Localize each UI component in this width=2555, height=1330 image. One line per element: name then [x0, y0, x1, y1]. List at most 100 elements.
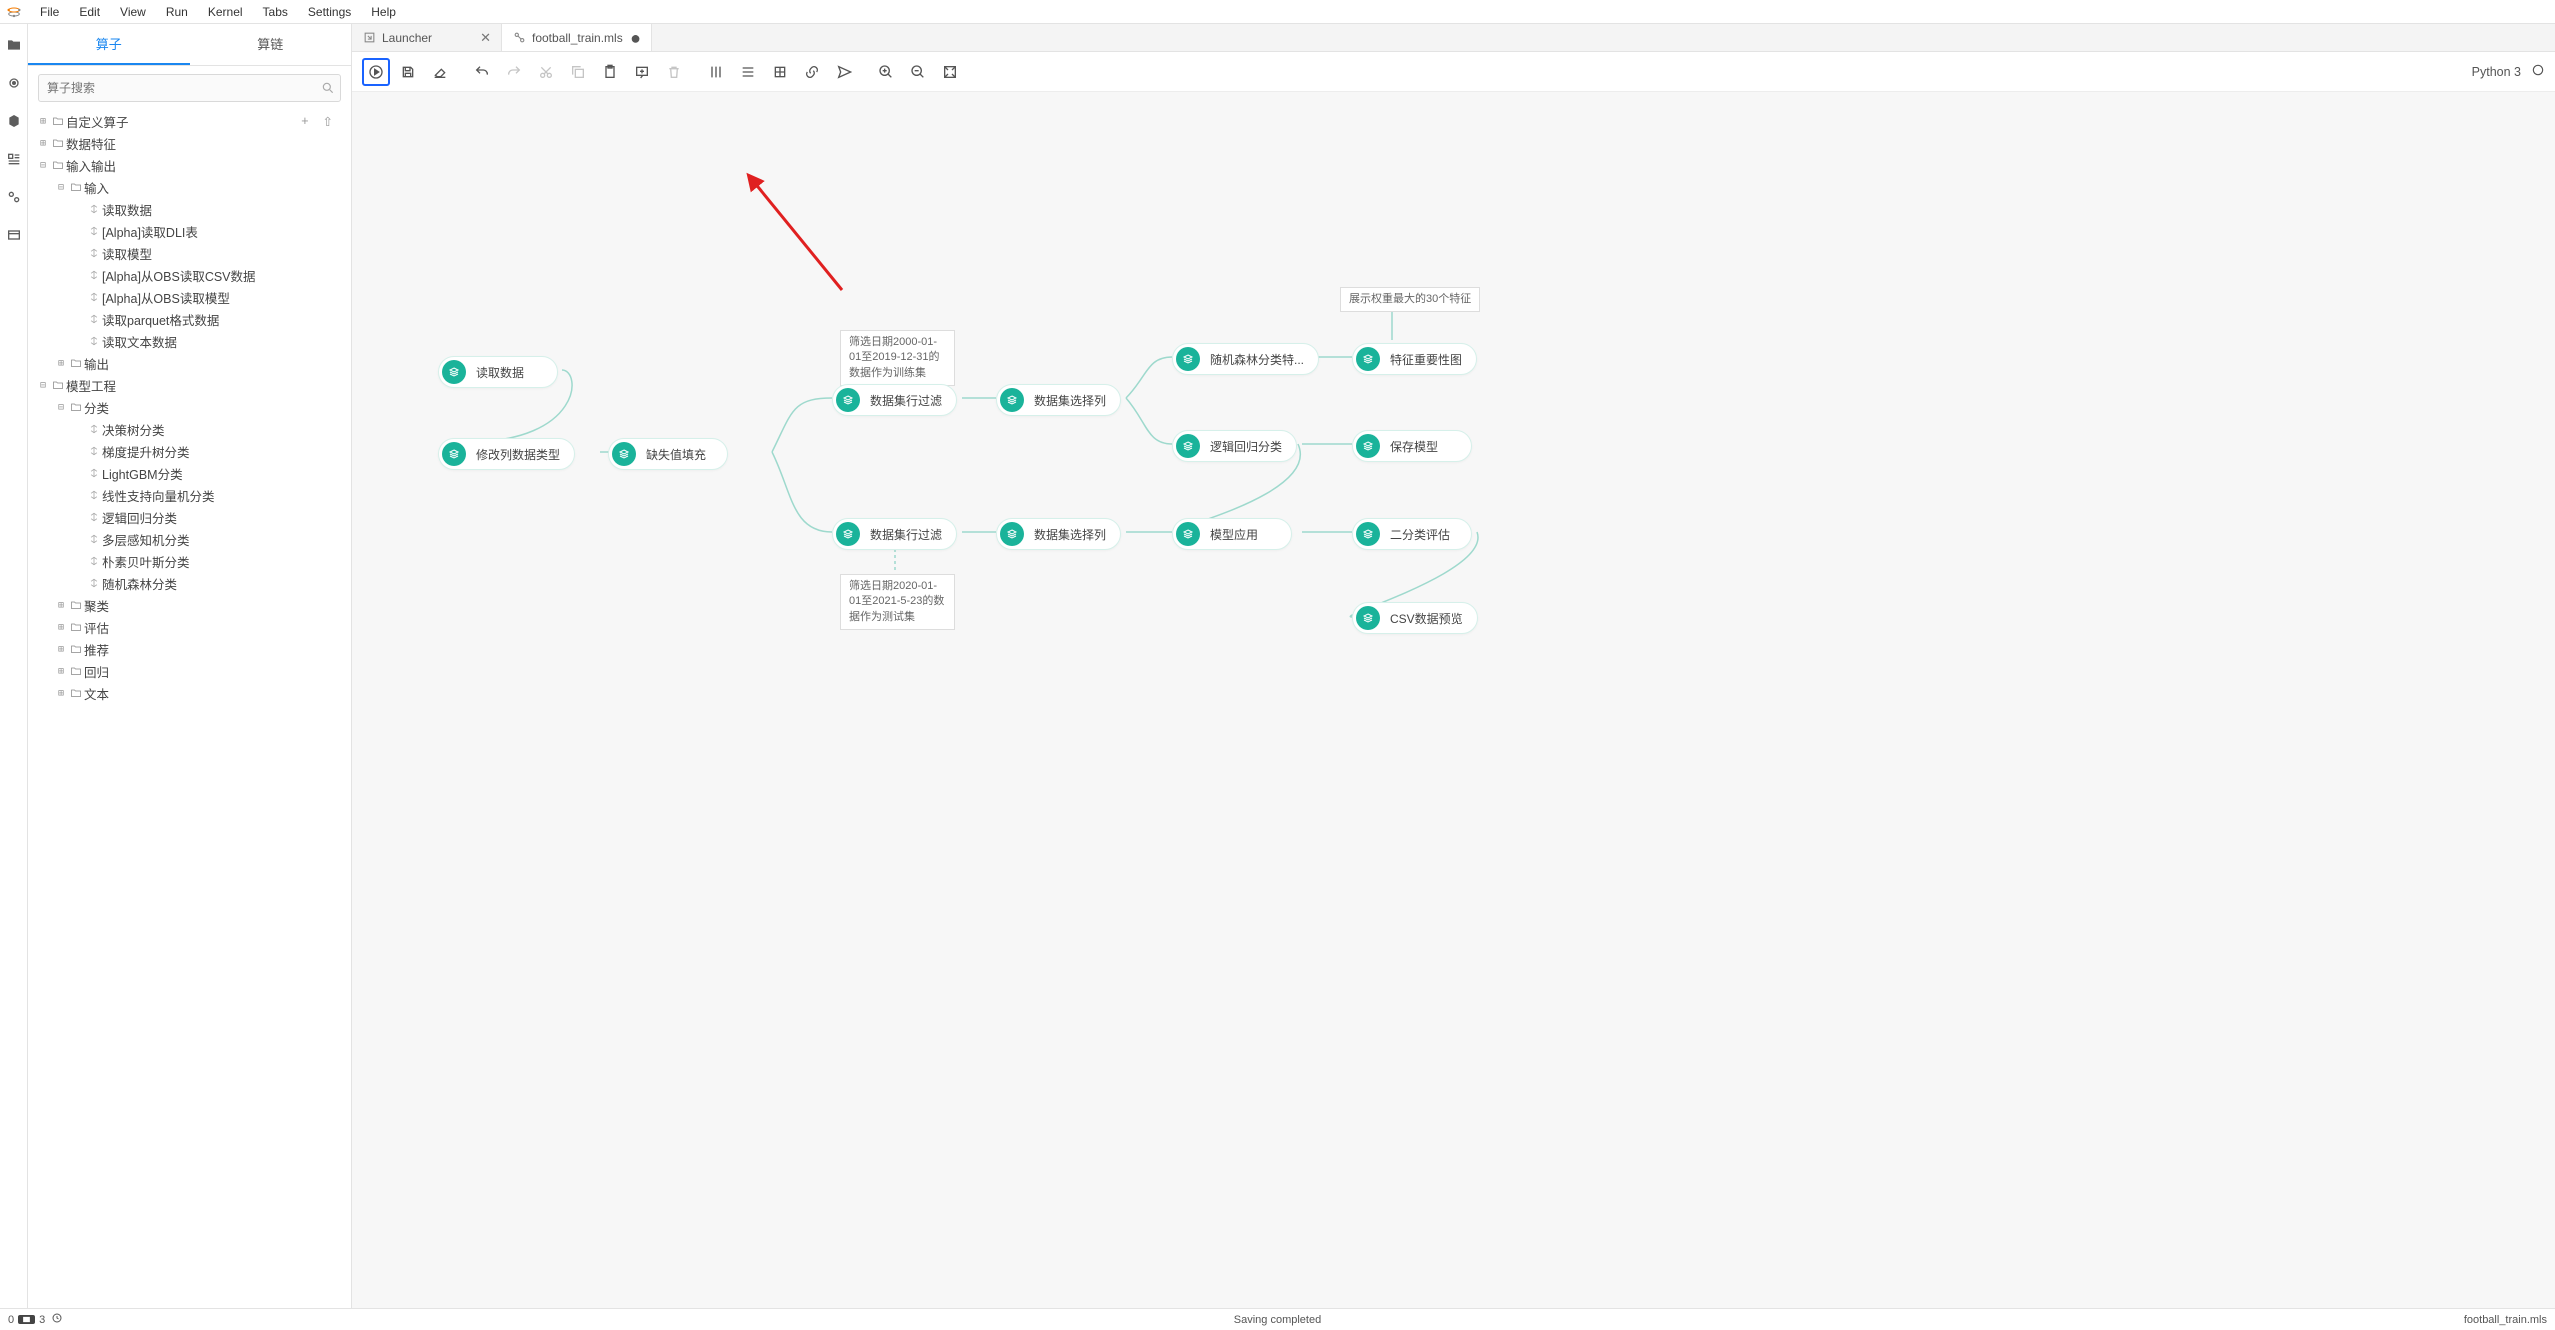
expand-icon[interactable]: ⊞	[54, 600, 68, 611]
tree-item[interactable]: 线性支持向量机分类	[32, 484, 347, 506]
save-button[interactable]	[394, 58, 422, 86]
node-row-filter-test[interactable]: 数据集行过滤	[832, 518, 957, 550]
tree-item[interactable]: 随机森林分类	[32, 572, 347, 594]
tree-item[interactable]: 决策树分类	[32, 418, 347, 440]
tree-item[interactable]: ⊞推荐	[32, 638, 347, 660]
add-operator-icon[interactable]: +	[301, 114, 308, 129]
send-button[interactable]	[830, 58, 858, 86]
tree-item[interactable]: [Alpha]读取DLI表	[32, 220, 347, 242]
expand-icon[interactable]: ⊞	[54, 666, 68, 677]
tree-item[interactable]: ⊟输入输出	[32, 154, 347, 176]
rail-settings-icon[interactable]	[5, 188, 23, 206]
tree-item[interactable]: ⊞自定义算子+⇧	[32, 110, 347, 132]
menu-settings[interactable]: Settings	[298, 1, 361, 23]
node-csv-preview[interactable]: CSV数据预览	[1352, 602, 1478, 634]
rail-target-icon[interactable]	[5, 74, 23, 92]
node-fillna[interactable]: 缺失值填充	[608, 438, 728, 470]
tree-item[interactable]: ⊞数据特征	[32, 132, 347, 154]
rail-hex-icon[interactable]	[5, 112, 23, 130]
tree-item[interactable]: 读取parquet格式数据	[32, 308, 347, 330]
expand-icon[interactable]: ⊞	[54, 622, 68, 633]
tree-item[interactable]: [Alpha]从OBS读取CSV数据	[32, 264, 347, 286]
node-logistic-reg[interactable]: 逻辑回归分类	[1172, 430, 1297, 462]
zoom-in-button[interactable]	[872, 58, 900, 86]
expand-icon[interactable]: ⊞	[54, 688, 68, 699]
menu-run[interactable]: Run	[156, 1, 198, 23]
align-v-button[interactable]	[734, 58, 762, 86]
tab-launcher[interactable]: Launcher ✕	[352, 24, 502, 51]
tree-item[interactable]: 读取文本数据	[32, 330, 347, 352]
tree-item[interactable]: ⊞文本	[32, 682, 347, 704]
tree-item[interactable]: 多层感知机分类	[32, 528, 347, 550]
menu-file[interactable]: File	[30, 1, 69, 23]
menu-edit[interactable]: Edit	[69, 1, 110, 23]
delete-button[interactable]	[660, 58, 688, 86]
status-terminals[interactable]	[18, 1315, 35, 1324]
expand-icon[interactable]: ⊞	[54, 358, 68, 369]
comment-topk[interactable]: 展示权重最大的30个特征	[1340, 287, 1480, 312]
node-random-forest[interactable]: 随机森林分类特...	[1172, 343, 1319, 375]
link-button[interactable]	[798, 58, 826, 86]
node-read-data[interactable]: 读取数据	[438, 356, 558, 388]
align-h-button[interactable]	[702, 58, 730, 86]
menu-view[interactable]: View	[110, 1, 156, 23]
tree-item[interactable]: 读取模型	[32, 242, 347, 264]
tree-item[interactable]: 读取数据	[32, 198, 347, 220]
add-comment-button[interactable]	[628, 58, 656, 86]
panel-tab-operators[interactable]: 算子	[28, 24, 190, 65]
tree-item[interactable]: ⊞聚类	[32, 594, 347, 616]
tree-item[interactable]: ⊟输入	[32, 176, 347, 198]
menu-tabs[interactable]: Tabs	[253, 1, 298, 23]
node-feature-importance[interactable]: 特征重要性图	[1352, 343, 1477, 375]
collapse-icon[interactable]: ⊟	[54, 182, 68, 193]
tree-item[interactable]: ⊟模型工程	[32, 374, 347, 396]
copy-button[interactable]	[564, 58, 592, 86]
erase-button[interactable]	[426, 58, 454, 86]
tree-item[interactable]: 梯度提升树分类	[32, 440, 347, 462]
paste-button[interactable]	[596, 58, 624, 86]
expand-icon[interactable]: ⊞	[36, 116, 50, 127]
cut-button[interactable]	[532, 58, 560, 86]
menu-kernel[interactable]: Kernel	[198, 1, 253, 23]
tree-item[interactable]: LightGBM分类	[32, 462, 347, 484]
comment-train-filter[interactable]: 筛选日期2000-01-01至2019-12-31的数据作为训练集	[840, 330, 955, 386]
tree-item[interactable]: [Alpha]从OBS读取模型	[32, 286, 347, 308]
expand-icon[interactable]: ⊞	[36, 138, 50, 149]
node-change-dtype[interactable]: 修改列数据类型	[438, 438, 575, 470]
collapse-icon[interactable]: ⊟	[36, 160, 50, 171]
operator-search-input[interactable]	[39, 81, 316, 95]
expand-icon[interactable]: ⊞	[54, 644, 68, 655]
node-col-select-train[interactable]: 数据集选择列	[996, 384, 1121, 416]
node-row-filter-train[interactable]: 数据集行过滤	[832, 384, 957, 416]
node-model-apply[interactable]: 模型应用	[1172, 518, 1292, 550]
tree-item[interactable]: ⊟分类	[32, 396, 347, 418]
close-launcher-icon[interactable]: ✕	[480, 30, 491, 46]
tab-file[interactable]: football_train.mls ●	[502, 24, 652, 51]
collapse-icon[interactable]: ⊟	[36, 380, 50, 391]
rail-folder-icon[interactable]	[5, 36, 23, 54]
status-kernel-icon[interactable]	[51, 1312, 63, 1327]
menu-help[interactable]: Help	[361, 1, 406, 23]
tree-item[interactable]: 逻辑回归分类	[32, 506, 347, 528]
comment-test-filter[interactable]: 筛选日期2020-01-01至2021-5-23的数据作为测试集	[840, 574, 955, 630]
node-col-select-test[interactable]: 数据集选择列	[996, 518, 1121, 550]
tree-item[interactable]: ⊞评估	[32, 616, 347, 638]
upload-operator-icon[interactable]: ⇧	[323, 114, 333, 129]
collapse-icon[interactable]: ⊟	[54, 402, 68, 413]
redo-button[interactable]	[500, 58, 528, 86]
undo-button[interactable]	[468, 58, 496, 86]
kernel-name[interactable]: Python 3	[2472, 65, 2521, 79]
tree-item[interactable]: 朴素贝叶斯分类	[32, 550, 347, 572]
workflow-canvas[interactable]: 展示权重最大的30个特征 筛选日期2000-01-01至2019-12-31的数…	[352, 92, 2555, 1308]
rail-tabs-icon[interactable]	[5, 226, 23, 244]
fit-button[interactable]	[936, 58, 964, 86]
node-save-model[interactable]: 保存模型	[1352, 430, 1472, 462]
tree-item[interactable]: ⊞回归	[32, 660, 347, 682]
grid-button[interactable]	[766, 58, 794, 86]
panel-tab-chains[interactable]: 算链	[190, 24, 352, 65]
node-binary-eval[interactable]: 二分类评估	[1352, 518, 1472, 550]
tree-item[interactable]: ⊞输出	[32, 352, 347, 374]
zoom-out-button[interactable]	[904, 58, 932, 86]
search-icon[interactable]	[316, 81, 340, 95]
rail-list-icon[interactable]	[5, 150, 23, 168]
